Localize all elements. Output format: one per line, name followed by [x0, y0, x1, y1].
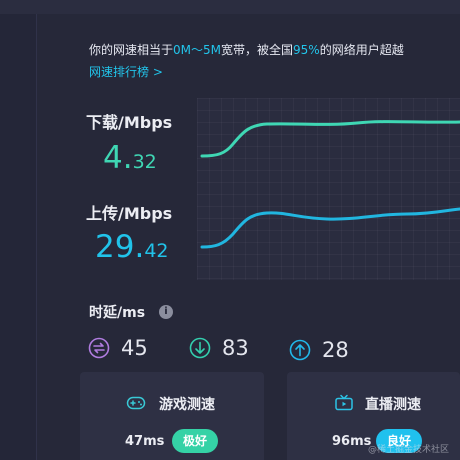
- speed-summary: 你的网速相当于0M～5M宽带，被全国95%的网络用户超越: [89, 41, 404, 58]
- upload-speed-value: 29.42: [95, 229, 169, 265]
- upload-arrow-icon: [289, 339, 311, 361]
- download-speed-decimal: 32: [132, 151, 157, 173]
- download-label: 下载/Mbps: [86, 113, 173, 132]
- game-rating-badge: 极好: [172, 429, 219, 453]
- game-latency-value: 47ms: [125, 434, 165, 449]
- top-strip: [0, 0, 460, 14]
- summary-prefix: 你的网速相当于: [89, 43, 174, 57]
- upload-speed-integer: 29.: [95, 229, 145, 265]
- live-latency-value: 96ms: [332, 434, 372, 449]
- game-speed-title: 游戏测速: [159, 397, 215, 413]
- download-speed-line: [200, 120, 460, 158]
- download-latency-value: 83: [222, 336, 249, 360]
- upload-label: 上传/Mbps: [86, 204, 173, 223]
- live-speed-title: 直播测速: [365, 397, 421, 413]
- speed-chart: [200, 120, 460, 249]
- download-speed-value: 4.32: [103, 140, 157, 176]
- latency-value: 45: [121, 336, 148, 360]
- download-arrow-icon: [189, 337, 211, 359]
- summary-middle: 宽带，被全国: [221, 43, 294, 57]
- upload-speed-line: [200, 207, 460, 249]
- summary-percent: 95%: [293, 43, 320, 57]
- download-speed-integer: 4.: [103, 140, 133, 176]
- info-icon[interactable]: i: [159, 305, 173, 319]
- upload-latency-value: 28: [322, 338, 349, 362]
- speed-ranking-link[interactable]: 网速排行榜 >: [89, 63, 163, 80]
- swap-arrows-icon: [88, 337, 110, 359]
- gamepad-icon: [126, 396, 146, 410]
- tv-icon: [335, 394, 353, 411]
- summary-bandwidth: 0M～5M: [173, 43, 221, 57]
- upload-speed-decimal: 42: [144, 240, 169, 262]
- summary-suffix: 的网络用户超越: [319, 43, 404, 57]
- watermark: @稀土掘金技术社区: [368, 445, 450, 455]
- latency-label: 时延/ms: [89, 305, 146, 321]
- game-speed-card[interactable]: 游戏测速 47ms 极好: [80, 372, 264, 460]
